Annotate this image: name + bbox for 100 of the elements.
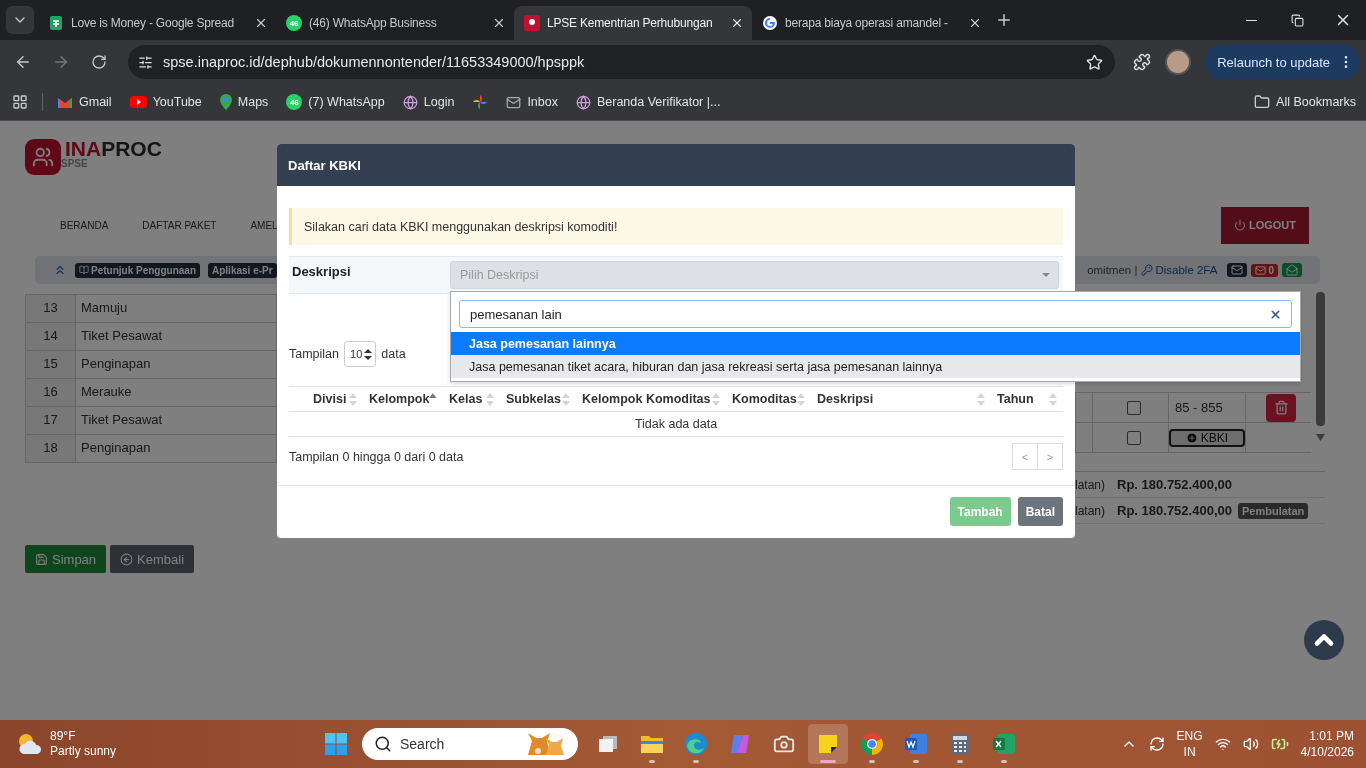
column-header[interactable]: Deskripsi xyxy=(809,387,989,411)
site-info-icon[interactable] xyxy=(138,54,153,70)
browser-tab[interactable]: 46 (46) WhatsApp Business xyxy=(276,6,514,40)
bookmark[interactable]: Maps xyxy=(219,94,269,110)
folder-icon xyxy=(1254,94,1271,110)
dropdown-option[interactable]: Jasa pemesanan lainnya xyxy=(451,332,1300,355)
mail-icon xyxy=(506,94,522,110)
volume-icon[interactable] xyxy=(1242,736,1259,752)
chrome-icon xyxy=(860,732,884,756)
spreadsheet-app-icon xyxy=(992,733,1016,755)
collapse-icon[interactable] xyxy=(53,263,67,277)
save-icon xyxy=(35,552,48,566)
restore-icon xyxy=(1290,13,1304,27)
page-length-select[interactable]: 10 xyxy=(344,341,377,367)
table-cell: 14 xyxy=(26,323,76,350)
bookmark[interactable]: Inbox xyxy=(506,94,558,110)
minimize-icon xyxy=(1245,19,1257,21)
language-indicator[interactable]: ENG IN xyxy=(1176,728,1203,760)
column-header[interactable]: Subkelas xyxy=(498,387,574,411)
bookmark[interactable]: YouTube xyxy=(129,95,202,109)
relaunch-button[interactable]: Relaunch to update xyxy=(1205,45,1360,79)
column-header[interactable]: Tahun xyxy=(989,387,1061,411)
arrow-circle-icon xyxy=(120,552,134,566)
checkbox[interactable] xyxy=(1127,400,1141,415)
scroll-down-arrow-icon[interactable] xyxy=(1315,434,1325,441)
open-envelope-icon xyxy=(1286,264,1298,276)
browser-tab[interactable]: Love is Money - Google Spread xyxy=(38,6,276,40)
windows-icon xyxy=(325,733,347,755)
search-field[interactable]: pemesanan lain xyxy=(459,300,1292,328)
wifi-icon[interactable] xyxy=(1214,736,1231,752)
plus-icon xyxy=(995,11,1013,29)
pinwheel-icon[interactable] xyxy=(472,94,489,110)
delete-button[interactable] xyxy=(1266,393,1296,422)
youtube-icon xyxy=(129,96,147,108)
close-icon[interactable] xyxy=(254,16,268,30)
add-kbki-button[interactable]: KBKI xyxy=(1169,428,1245,447)
taskbar-search[interactable]: Search xyxy=(362,728,578,760)
up-down-icon xyxy=(364,348,373,360)
mail-open-button[interactable] xyxy=(1282,263,1302,277)
rounding-badge[interactable]: Pembulatan xyxy=(1237,502,1309,519)
length-label: data xyxy=(381,347,406,361)
address-bar[interactable]: spse.inaproc.id/dephub/dokumennontender/11653349000/hpsppk xyxy=(128,45,1116,79)
cancel-button[interactable]: Batal xyxy=(1017,497,1063,526)
guide-badge[interactable]: Petunjuk Penggunaan xyxy=(75,262,200,278)
column-header[interactable]: Divisi xyxy=(305,387,361,411)
power-icon xyxy=(1233,219,1246,231)
checkbox[interactable] xyxy=(1127,430,1141,445)
clear-icon[interactable] xyxy=(1269,308,1282,321)
reload-icon xyxy=(91,54,107,70)
clock[interactable]: 1:01 PM 4/10/2026 xyxy=(1300,728,1354,760)
sheets-icon xyxy=(48,15,64,31)
calculator-icon xyxy=(950,733,970,755)
temperature: 89°F xyxy=(50,729,77,744)
bookmark[interactable]: Beranda Verifikator |... xyxy=(575,94,721,110)
browser-tab[interactable]: LPSE Kementrian Perhubungan xyxy=(514,6,752,40)
trash-icon xyxy=(1273,400,1289,415)
close-icon[interactable] xyxy=(730,16,744,30)
taskbar-app[interactable] xyxy=(808,724,848,764)
logout-button[interactable]: LOGOUT xyxy=(1221,206,1309,244)
total-label: latan) xyxy=(1075,477,1106,492)
profile-avatar[interactable] xyxy=(1165,49,1192,75)
nav-link[interactable]: BERANDA xyxy=(60,219,109,231)
column-header[interactable]: Komoditas xyxy=(724,387,809,411)
scroll-top-button[interactable] xyxy=(1304,620,1344,660)
envelope-icon xyxy=(1231,264,1244,276)
column-header[interactable]: Kelompok Komoditas xyxy=(574,387,724,411)
table-cell-text: Merauke xyxy=(80,383,133,401)
envelope-icon xyxy=(1255,264,1267,276)
browser-tab[interactable]: berapa biaya operasi amandel - xyxy=(752,6,990,40)
plus-circle-icon xyxy=(1185,431,1198,444)
table-cell: 13 xyxy=(26,295,76,322)
sync-icon[interactable] xyxy=(1148,736,1165,752)
weather-text: Partly sunny xyxy=(50,744,117,759)
extensions-icon[interactable] xyxy=(1133,53,1152,71)
bookmark-star-icon[interactable] xyxy=(1086,53,1104,71)
alert-message: Silakan cari data KBKI menggunakan deskripsi komoditi! xyxy=(289,208,1063,245)
tab-search-button[interactable] xyxy=(6,6,34,34)
column-header[interactable]: Kelas xyxy=(441,387,498,411)
nav-link[interactable]: AMEL xyxy=(250,219,278,231)
total-amount: Rp. 180.752.400,00 xyxy=(1117,503,1232,518)
bookmark[interactable]: 46 (7) WhatsApp xyxy=(286,94,385,110)
nav-link[interactable]: DAFTAR PAKET xyxy=(142,219,217,231)
close-icon[interactable] xyxy=(492,16,506,30)
dropdown-option[interactable]: Jasa pemesanan tiket acara, hiburan dan jasa rekreasi serta jasa pemesanan lainnya xyxy=(451,355,1300,378)
bookmark[interactable]: Login xyxy=(402,94,455,110)
table-cell: 18 xyxy=(26,435,76,462)
table-cell: 17 xyxy=(26,407,76,434)
close-icon[interactable] xyxy=(968,16,982,30)
site-icon xyxy=(524,15,540,31)
empty-message: Tidak ada data xyxy=(289,412,1063,437)
mail-button[interactable] xyxy=(1227,263,1248,277)
table-cell: 16 xyxy=(26,379,76,406)
whatsapp-badge: 46 xyxy=(286,94,303,110)
bookmark[interactable]: Gmail xyxy=(57,95,112,109)
mail-icon xyxy=(57,95,73,109)
key-icon xyxy=(1141,264,1154,276)
app-badge[interactable]: Aplikasi e-Pr xyxy=(208,262,277,278)
column-header[interactable]: Kelompok xyxy=(361,387,441,411)
all-bookmarks-button[interactable]: All Bookmarks xyxy=(1254,94,1356,110)
apps-icon[interactable] xyxy=(12,94,28,110)
